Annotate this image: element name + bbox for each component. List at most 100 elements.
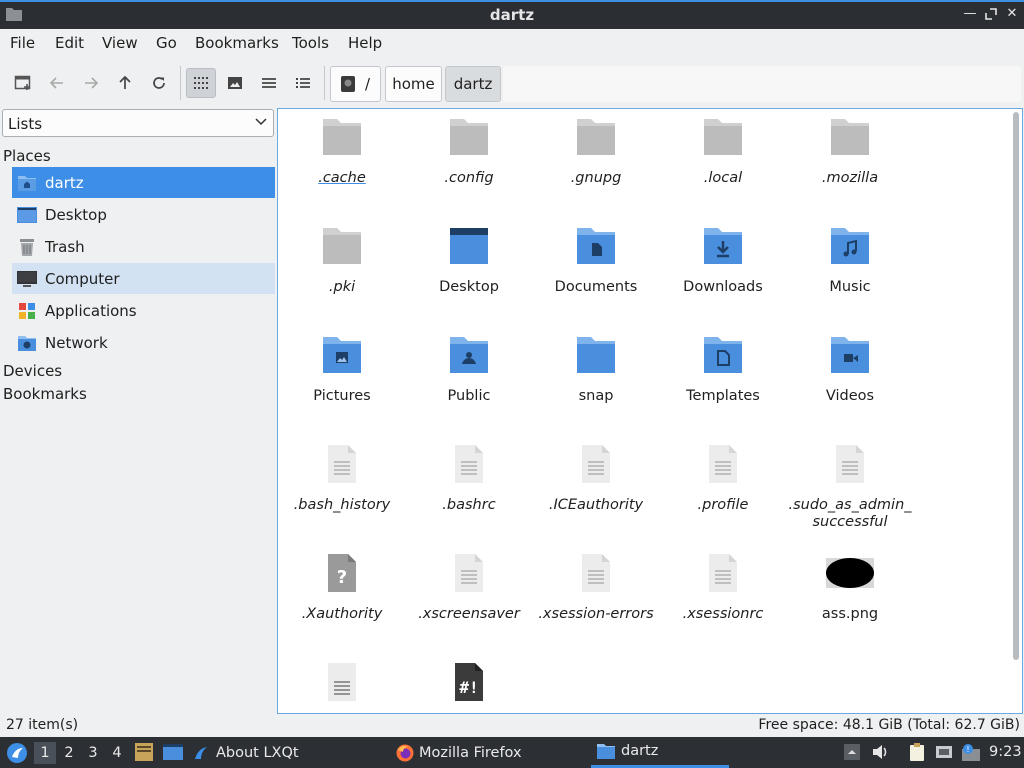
network-tray-icon[interactable]	[935, 743, 953, 761]
network-icon	[17, 333, 37, 353]
thumbnail-view-button[interactable]	[220, 68, 250, 98]
menu-view[interactable]: View	[102, 34, 138, 52]
close-button[interactable]: ✕	[1003, 5, 1021, 23]
place-dartz[interactable]: dartz	[12, 167, 275, 198]
text-file-icon	[576, 444, 616, 484]
free-space: Free space: 48.1 GiB (Total: 62.7 GiB)	[758, 717, 1020, 733]
text-file-icon	[703, 444, 743, 484]
place-applications[interactable]: Applications	[12, 295, 275, 326]
drive-icon	[340, 76, 355, 92]
side-pane-mode-value: Lists	[8, 115, 43, 133]
restore-icon	[985, 8, 997, 20]
breadcrumb-root-label: /	[364, 75, 371, 93]
task-dartz[interactable]: dartz	[591, 737, 729, 768]
file-name: .Xauthority	[301, 606, 383, 622]
file-name: .gnupg	[570, 170, 622, 186]
window-titlebar[interactable]: dartz — ✕	[0, 0, 1024, 29]
file-manager-launcher-icon[interactable]	[134, 742, 154, 762]
status-bar: 27 item(s) Free space: 48.1 GiB (Total: …	[0, 714, 1024, 736]
back-button[interactable]	[42, 68, 72, 98]
clock[interactable]: 9:23	[989, 744, 1022, 760]
file-name: Desktop	[439, 279, 499, 295]
show-desktop-icon[interactable]	[162, 742, 184, 762]
list-icon	[262, 78, 276, 88]
volume-icon[interactable]	[871, 743, 889, 761]
minimize-button[interactable]: —	[961, 5, 979, 23]
breadcrumb-dartz[interactable]: dartz	[445, 66, 501, 102]
file-name: Downloads	[683, 279, 763, 295]
bookmarks-heading[interactable]: Bookmarks	[3, 385, 87, 403]
places-heading: Places	[3, 147, 51, 165]
file-name: .bashrc	[442, 497, 496, 513]
place-network[interactable]: Network	[12, 327, 275, 358]
workspace-2[interactable]: 2	[58, 742, 80, 764]
workspace-3[interactable]: 3	[82, 742, 104, 764]
file-name: .profile	[697, 497, 749, 513]
task-label: dartz	[621, 743, 659, 759]
place-trash[interactable]: Trash	[12, 231, 275, 262]
file-name: Public	[447, 388, 491, 404]
new-tab-icon	[14, 75, 31, 90]
side-pane-mode-select[interactable]: Lists	[2, 109, 274, 137]
place-desktop[interactable]: Desktop	[12, 199, 275, 230]
text-file-icon	[703, 553, 743, 593]
workspace-4[interactable]: 4	[106, 742, 128, 764]
icon-view-button[interactable]	[186, 68, 216, 98]
lxqt-menu-icon[interactable]	[6, 742, 28, 764]
place-computer[interactable]: Computer	[12, 263, 275, 294]
file-view[interactable]: .cache .config .gnupg .local .mozilla .pki Des…	[277, 108, 1023, 714]
tray-arrow-icon[interactable]	[843, 743, 861, 761]
task-firefox[interactable]: Mozilla Firefox	[396, 737, 522, 768]
breadcrumb-empty-area[interactable]	[503, 66, 1021, 102]
text-file-icon	[322, 662, 362, 702]
new-tab-button[interactable]	[8, 68, 38, 98]
file-name: .sudo_as_admin_ successful	[788, 497, 912, 530]
folder-downloads-icon	[703, 226, 743, 266]
file-name: ass.png	[821, 606, 879, 622]
file-name: Pictures	[313, 388, 371, 404]
task-about-lxqt[interactable]: About LXQt	[192, 737, 299, 768]
file-name: .local	[703, 170, 743, 186]
devices-heading[interactable]: Devices	[3, 362, 62, 380]
detailed-view-button[interactable]	[288, 68, 318, 98]
place-label: Network	[45, 333, 108, 352]
notification-icon[interactable]: !	[962, 743, 980, 761]
task-label: Mozilla Firefox	[419, 744, 522, 761]
compact-view-button[interactable]	[254, 68, 284, 98]
breadcrumb-root[interactable]: /	[330, 66, 381, 102]
maximize-button[interactable]	[982, 5, 1000, 23]
file-name: Templates	[686, 388, 760, 404]
clipboard-icon[interactable]	[908, 743, 926, 761]
script-file-icon: #!	[449, 662, 489, 702]
arrow-up-icon	[119, 75, 131, 89]
workspace-1[interactable]: 1	[34, 742, 56, 764]
unknown-file-icon: ?	[322, 553, 362, 593]
menu-edit[interactable]: Edit	[55, 34, 84, 52]
text-file-icon	[322, 444, 362, 484]
menu-help[interactable]: Help	[348, 34, 382, 52]
breadcrumb-home[interactable]: home	[385, 66, 442, 102]
forward-button[interactable]	[76, 68, 106, 98]
reload-button[interactable]	[144, 68, 174, 98]
file-name: snap	[578, 388, 614, 404]
applications-icon	[17, 301, 37, 321]
folder-icon	[449, 117, 489, 157]
folder-icon	[322, 117, 362, 157]
menu-go[interactable]: Go	[156, 34, 177, 52]
arrow-right-icon	[85, 77, 99, 89]
detailed-list-icon	[296, 78, 310, 88]
svg-text:!: !	[966, 745, 969, 754]
menu-tools[interactable]: Tools	[292, 34, 329, 52]
file-name: .bash_history	[293, 497, 391, 513]
up-button[interactable]	[110, 68, 140, 98]
place-label: Trash	[45, 237, 85, 256]
vertical-scrollbar[interactable]	[1013, 112, 1019, 660]
arrow-left-icon	[49, 77, 63, 89]
menu-file[interactable]: File	[10, 34, 35, 52]
reload-icon	[153, 77, 165, 89]
folder-icon	[703, 117, 743, 157]
svg-text:#!: #!	[459, 678, 478, 697]
menu-bookmarks[interactable]: Bookmarks	[195, 34, 279, 52]
image-thumbnail-icon	[826, 553, 874, 593]
file-name: .cache	[318, 170, 366, 186]
